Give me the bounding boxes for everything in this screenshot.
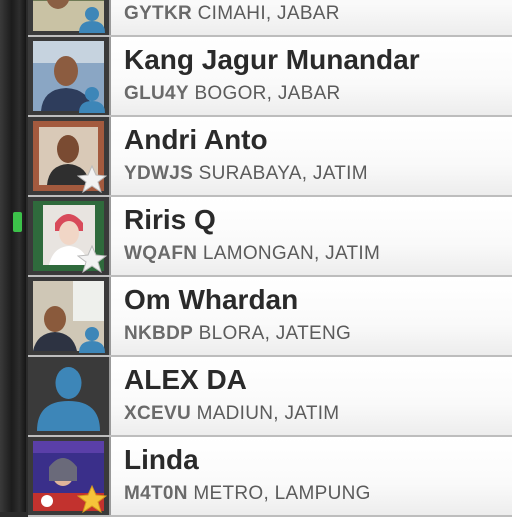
contact-subtitle: YDWJS SURABAYA, JATIM <box>124 163 368 185</box>
contact-location: BOGOR, JABAR <box>194 83 341 104</box>
default-person-icon <box>33 361 104 431</box>
contact-callsign: YDWJS <box>124 163 194 184</box>
contact-subtitle: M4T0N METRO, LAMPUNG <box>124 483 371 505</box>
contact-callsign: GLU4Y <box>124 83 189 104</box>
avatar-cell <box>28 117 111 195</box>
contact-row[interactable]: Om Whardan NKBDP BLORA, JATENG <box>28 277 512 357</box>
avatar-cell <box>28 37 111 115</box>
contact-row[interactable]: Linda M4T0N METRO, LAMPUNG <box>28 437 512 517</box>
contact-location: METRO, LAMPUNG <box>193 483 371 504</box>
device-bezel <box>0 0 26 512</box>
avatar-cell <box>28 0 111 35</box>
contact-subtitle: GYTKR CIMAHI, JABAR <box>124 3 340 25</box>
avatar-cell <box>28 437 111 515</box>
contact-name: Riris Q <box>124 204 216 235</box>
contact-subtitle: XCEVU MADIUN, JATIM <box>124 403 339 425</box>
contact-callsign: WQAFN <box>124 243 198 264</box>
star-icon <box>77 245 107 273</box>
contact-name: Linda <box>124 444 199 475</box>
contact-callsign: NKBDP <box>124 323 194 344</box>
contact-callsign: M4T0N <box>124 483 188 504</box>
contact-info: Linda M4T0N METRO, LAMPUNG <box>111 437 512 515</box>
star-icon <box>77 485 107 513</box>
contact-info: Andri Anto YDWJS SURABAYA, JATIM <box>111 117 512 195</box>
contact-location: LAMONGAN, JATIM <box>202 243 381 264</box>
contact-callsign: XCEVU <box>124 403 191 424</box>
contact-info: Om Whardan NKBDP BLORA, JATENG <box>111 277 512 355</box>
contact-subtitle: NKBDP BLORA, JATENG <box>124 323 351 345</box>
contact-location: MADIUN, JATIM <box>196 403 340 424</box>
side-button[interactable] <box>13 212 22 232</box>
contact-info: Riris Q WQAFN LAMONGAN, JATIM <box>111 197 512 275</box>
contact-location: SURABAYA, JATIM <box>198 163 368 184</box>
contact-location: CIMAHI, JABAR <box>197 3 340 24</box>
contact-row[interactable]: Riris Q WQAFN LAMONGAN, JATIM <box>28 197 512 277</box>
contact-row[interactable]: Andri Anto YDWJS SURABAYA, JATIM <box>28 117 512 197</box>
contact-info: ALEX DA XCEVU MADIUN, JATIM <box>111 357 512 435</box>
contact-info: Kang Jagur Munandar GLU4Y BOGOR, JABAR <box>111 37 512 115</box>
contact-row[interactable]: Kang Jagur Munandar GLU4Y BOGOR, JABAR <box>28 37 512 117</box>
contact-name: ALEX DA <box>124 364 247 395</box>
contact-row[interactable]: GYTKR CIMAHI, JABAR <box>28 0 512 37</box>
contact-name: Om Whardan <box>124 284 299 315</box>
person-icon <box>77 5 107 33</box>
contact-location: BLORA, JATENG <box>198 323 352 344</box>
avatar-cell <box>28 277 111 355</box>
avatar-cell <box>28 357 111 435</box>
contact-list[interactable]: GYTKR CIMAHI, JABAR Kang Jagur Munandar … <box>28 0 512 517</box>
person-icon <box>77 85 107 113</box>
contact-subtitle: GLU4Y BOGOR, JABAR <box>124 83 341 105</box>
contact-subtitle: WQAFN LAMONGAN, JATIM <box>124 243 380 265</box>
contact-callsign: GYTKR <box>124 3 192 24</box>
person-icon <box>77 325 107 353</box>
contact-row[interactable]: ALEX DA XCEVU MADIUN, JATIM <box>28 357 512 437</box>
contact-info: GYTKR CIMAHI, JABAR <box>111 0 512 35</box>
contact-name: Andri Anto <box>124 124 268 155</box>
star-icon <box>77 165 107 193</box>
avatar-cell <box>28 197 111 275</box>
contact-name: Kang Jagur Munandar <box>124 44 420 75</box>
